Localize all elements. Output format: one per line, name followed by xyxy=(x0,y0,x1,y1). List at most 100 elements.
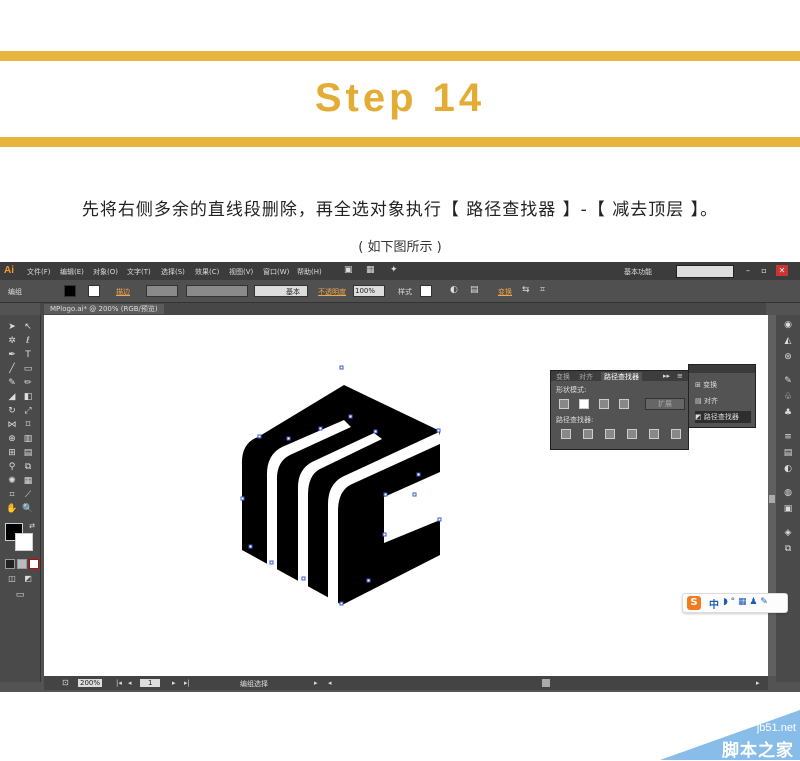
pen-tool-icon[interactable]: ✒ xyxy=(6,349,18,361)
crop-button[interactable] xyxy=(627,429,637,439)
mesh-tool-icon[interactable]: ⊞ xyxy=(6,447,18,459)
rotate-tool-icon[interactable]: ↻ xyxy=(6,405,18,417)
stroke-color-box[interactable] xyxy=(15,533,33,551)
type-tool-icon[interactable]: T xyxy=(22,349,34,361)
magic-wand-tool-icon[interactable]: ✲ xyxy=(6,335,18,347)
tab-pathfinder[interactable]: 路径查找器 xyxy=(601,372,642,382)
stroke-label[interactable]: 描边 xyxy=(116,287,130,297)
first-artboard-button[interactable]: |◂ xyxy=(116,679,122,687)
prev-artboard-button[interactable]: ◂ xyxy=(128,679,132,687)
free-transform-tool-icon[interactable]: ⌑ xyxy=(22,419,34,431)
help-search-input[interactable] xyxy=(676,265,734,278)
minus-front-button[interactable] xyxy=(579,399,589,409)
eraser-tool-icon[interactable]: ◧ xyxy=(22,391,34,403)
scroll-left-button[interactable]: ◂ xyxy=(328,679,332,687)
layers-panel-icon[interactable]: ◈ xyxy=(782,527,794,539)
align-icon[interactable]: ▤ xyxy=(470,285,479,295)
isolate-icon[interactable]: ⌗ xyxy=(540,285,545,295)
swatches-panel-icon[interactable]: ⊛ xyxy=(782,351,794,363)
expand-button[interactable]: 扩展 xyxy=(645,398,685,410)
unite-button[interactable] xyxy=(559,399,569,409)
dock-item-align[interactable]: ▤ 对齐 xyxy=(695,395,718,407)
selection-tool-icon[interactable]: ➤ xyxy=(6,321,18,333)
bridge-icon[interactable]: ▣ xyxy=(344,265,353,275)
workspace-switcher[interactable]: 基本功能 xyxy=(624,267,652,277)
gradient-tool-icon[interactable]: ▤ xyxy=(22,447,34,459)
shape-builder-tool-icon[interactable]: ⊕ xyxy=(6,433,18,445)
recolor-icon[interactable]: ◐ xyxy=(450,285,458,295)
paintbrush-tool-icon[interactable]: ✎ xyxy=(6,377,18,389)
ime-tool-icons[interactable]: ◗ ° ▦ ♟ ✎ xyxy=(723,597,768,607)
draw-mode-icon[interactable]: ◫ xyxy=(6,573,18,585)
menu-window[interactable]: 窗口(W) xyxy=(263,267,289,277)
zoom-tool-icon[interactable]: 🔍 xyxy=(22,503,34,515)
perspective-grid-tool-icon[interactable]: ▥ xyxy=(22,433,34,445)
width-tool-icon[interactable]: ⋈ xyxy=(6,419,18,431)
tab-align[interactable]: 对齐 xyxy=(579,372,593,382)
merge-button[interactable] xyxy=(605,429,615,439)
appearance-panel-icon[interactable]: ◍ xyxy=(782,487,794,499)
menu-effect[interactable]: 效果(C) xyxy=(195,267,219,277)
hand-tool-icon[interactable]: ✋ xyxy=(6,503,18,515)
restore-button[interactable]: ▫ xyxy=(758,265,770,276)
dock-item-transform[interactable]: ⊞ 变换 xyxy=(695,379,717,391)
dock-item-pathfinder[interactable]: ◩ 路径查找器 xyxy=(695,411,751,423)
panel-menu-icon[interactable]: ≡ xyxy=(677,372,683,380)
gradient-panel-icon[interactable]: ▤ xyxy=(782,447,794,459)
status-menu-arrow[interactable]: ▸ xyxy=(314,679,318,687)
vertical-scroll-thumb[interactable] xyxy=(769,495,775,503)
artboard-number[interactable]: 1 xyxy=(140,679,161,687)
graphic-style-swatch[interactable] xyxy=(420,285,432,297)
line-tool-icon[interactable]: ╱ xyxy=(6,363,18,375)
minus-back-button[interactable] xyxy=(671,429,681,439)
menu-select[interactable]: 选择(S) xyxy=(161,267,185,277)
artboard-nav-icon[interactable]: ⊡ xyxy=(62,678,69,687)
ime-mode[interactable]: 中 xyxy=(709,596,719,611)
tab-transform[interactable]: 变换 xyxy=(556,372,570,382)
stroke-panel-icon[interactable]: ≡ xyxy=(782,431,794,443)
menu-type[interactable]: 文字(T) xyxy=(127,267,151,277)
screen-mode-icon[interactable]: ▭ xyxy=(14,589,26,601)
outline-button[interactable] xyxy=(649,429,659,439)
blend-tool-icon[interactable]: ⧉ xyxy=(22,461,34,473)
symbols-panel-icon[interactable]: ♧ xyxy=(782,391,794,403)
scale-tool-icon[interactable]: ⤢ xyxy=(22,405,34,417)
blob-brush-tool-icon[interactable]: ◢ xyxy=(6,391,18,403)
variable-width-select[interactable] xyxy=(186,285,248,297)
collapse-panel-icon[interactable]: ▸▸ xyxy=(663,372,670,380)
intersect-button[interactable] xyxy=(599,399,609,409)
fill-swatch[interactable] xyxy=(64,285,76,297)
graph-tool-icon[interactable]: ▦ xyxy=(22,475,34,487)
horizontal-scroll-thumb[interactable] xyxy=(542,679,550,687)
slice-tool-icon[interactable]: ⟋ xyxy=(22,489,34,501)
gpu-icon[interactable]: ✦ xyxy=(390,265,398,275)
color-mode-button[interactable] xyxy=(5,559,15,569)
transparency-panel-icon[interactable]: ◐ xyxy=(782,463,794,475)
color-guide-icon[interactable]: ◭ xyxy=(782,335,794,347)
next-artboard-button[interactable]: ▸ xyxy=(172,679,176,687)
artboard-tool-icon[interactable]: ⌗ xyxy=(6,489,18,501)
ime-toolbar[interactable]: S 中 ◗ ° ▦ ♟ ✎ xyxy=(682,593,788,613)
eyedropper-tool-icon[interactable]: ⚲ xyxy=(6,461,18,473)
color-panel-icon[interactable]: ◉ xyxy=(782,319,794,331)
document-tab[interactable]: MPlogo.ai* @ 200% (RGB/预览) xyxy=(44,304,164,314)
exclude-button[interactable] xyxy=(619,399,629,409)
menu-object[interactable]: 对象(O) xyxy=(93,267,118,277)
symbol-sprayer-tool-icon[interactable]: ✺ xyxy=(6,475,18,487)
graphic-styles-icon[interactable]: ♣ xyxy=(782,407,794,419)
close-button[interactable]: ✕ xyxy=(776,265,788,276)
lasso-tool-icon[interactable]: ℓ xyxy=(22,335,34,347)
pencil-tool-icon[interactable]: ✏ xyxy=(22,377,34,389)
stroke-weight-input[interactable] xyxy=(146,285,178,297)
brushes-panel-icon[interactable]: ✎ xyxy=(782,375,794,387)
direct-selection-tool-icon[interactable]: ↖ xyxy=(22,321,34,333)
swap-fill-stroke-icon[interactable]: ⇄ xyxy=(26,520,38,532)
none-mode-button[interactable] xyxy=(29,559,39,569)
zoom-level[interactable]: 200% xyxy=(78,679,103,687)
dock-header[interactable] xyxy=(689,365,755,373)
menu-file[interactable]: 文件(F) xyxy=(27,267,51,277)
transform-label[interactable]: 变换 xyxy=(498,287,512,297)
arrange-documents-icon[interactable]: ▦ xyxy=(366,265,375,275)
artboards-panel-icon[interactable]: ▣ xyxy=(782,503,794,515)
gradient-mode-button[interactable] xyxy=(17,559,27,569)
